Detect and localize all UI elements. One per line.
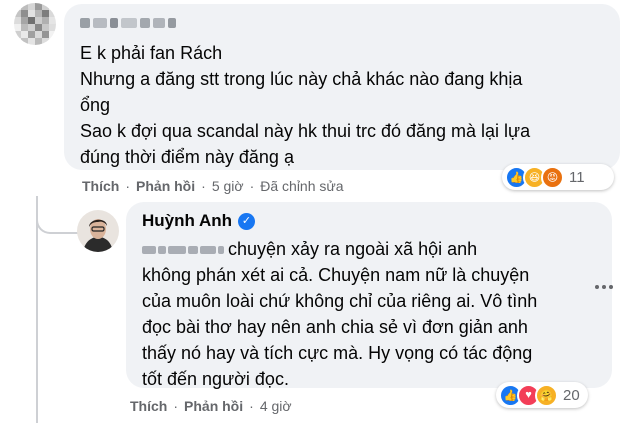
reply-link[interactable]: Phản hồi bbox=[136, 178, 195, 194]
reaction-summary[interactable]: 👍 😆 😡 11 bbox=[502, 164, 614, 190]
reply-text: chuyện xảy ra ngoài xã hội anh không phá… bbox=[142, 236, 596, 392]
separator: · bbox=[173, 398, 179, 414]
reply-author-name[interactable]: Huỳnh Anh bbox=[142, 210, 232, 232]
angry-icon: 😡 bbox=[541, 165, 564, 189]
separator: · bbox=[125, 178, 131, 194]
verified-badge-icon: ✓ bbox=[238, 212, 256, 230]
separator: · bbox=[201, 178, 206, 194]
reply-timestamp[interactable]: 4 giờ bbox=[260, 398, 292, 414]
reply-bubble: Huỳnh Anh ✓ chuyện xảy ra ngoài xã hội a… bbox=[126, 202, 612, 389]
reaction-summary[interactable]: 👍 ♥ 🤗 20 bbox=[496, 382, 588, 408]
separator: · bbox=[249, 398, 254, 414]
care-icon: 🤗 bbox=[535, 383, 558, 407]
reaction-count: 20 bbox=[563, 386, 580, 404]
thread-connector bbox=[36, 196, 80, 234]
edited-label[interactable]: Đã chỉnh sửa bbox=[260, 178, 343, 194]
blurred-mention bbox=[142, 246, 224, 255]
reply-text-content: chuyện xảy ra ngoài xã hội anh không phá… bbox=[142, 239, 538, 389]
blurred-author-name bbox=[80, 14, 176, 32]
comment-bubble: E k phải fan Rách Nhưng a đăng stt trong… bbox=[64, 4, 620, 170]
thread-line bbox=[36, 198, 38, 423]
comment-author-name[interactable] bbox=[80, 12, 604, 34]
reply-author-avatar[interactable] bbox=[77, 210, 119, 252]
comment-actions: Thích · Phản hồi · 5 giờ · Đã chỉnh sửa bbox=[82, 178, 344, 194]
comment-timestamp[interactable]: 5 giờ bbox=[212, 178, 244, 194]
more-options-icon[interactable] bbox=[595, 285, 613, 289]
commenter-avatar[interactable] bbox=[14, 3, 56, 45]
separator: · bbox=[249, 178, 255, 194]
reply-actions: Thích · Phản hồi · 4 giờ bbox=[130, 398, 292, 414]
reaction-count: 11 bbox=[569, 168, 585, 186]
like-link[interactable]: Thích bbox=[130, 398, 167, 414]
like-link[interactable]: Thích bbox=[82, 178, 119, 194]
comment-text: E k phải fan Rách Nhưng a đăng stt trong… bbox=[80, 43, 531, 167]
reply-link[interactable]: Phản hồi bbox=[184, 398, 243, 414]
